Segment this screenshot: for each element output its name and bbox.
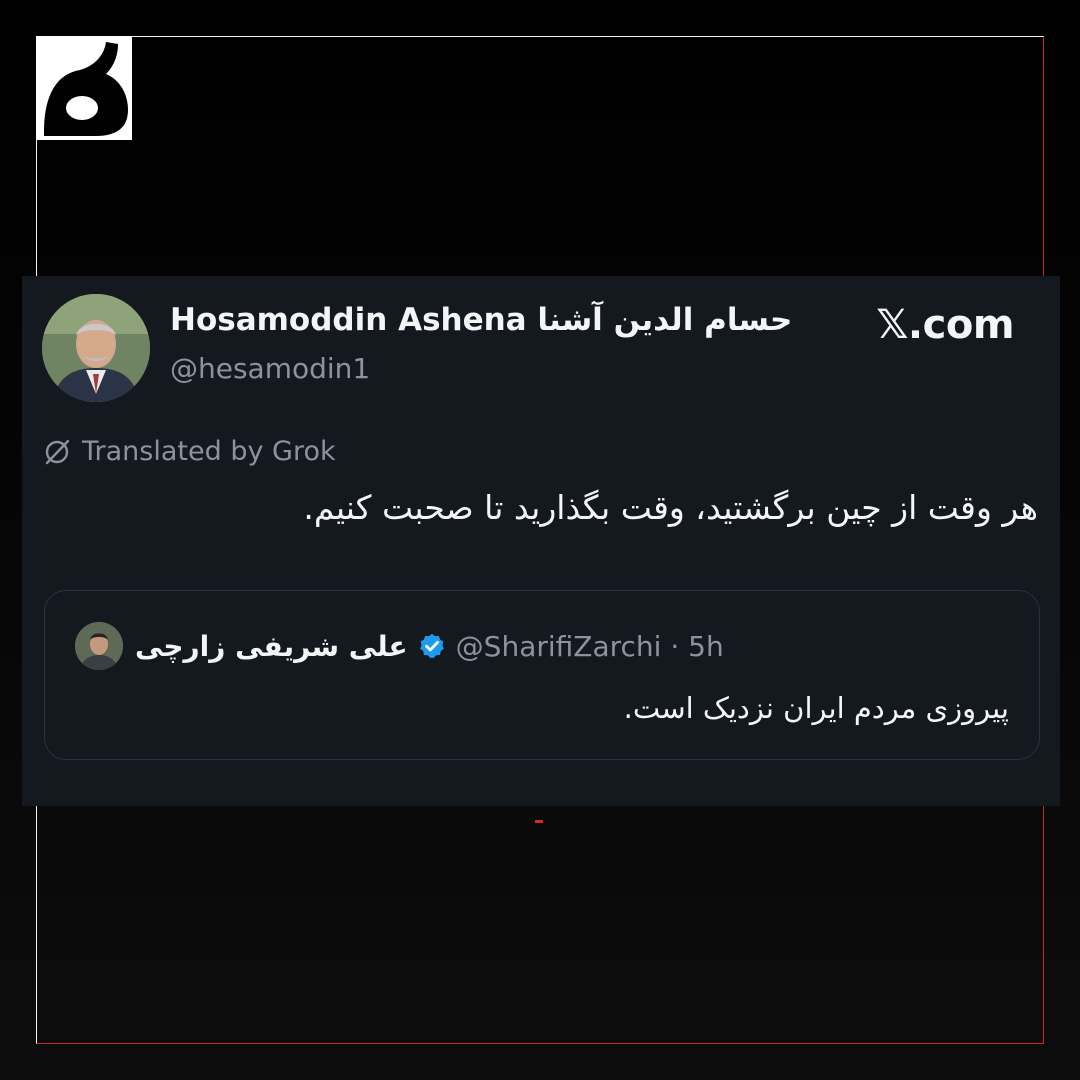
quoted-tweet-text: پیروزی مردم ایران نزدیک است. xyxy=(623,691,1009,725)
author-avatar[interactable] xyxy=(42,294,150,402)
tweet-body-text: هر وقت از چین برگشتید، وقت بگذارید تا صح… xyxy=(303,488,1038,527)
translation-indicator: Translated by Grok xyxy=(44,436,336,467)
author-handle[interactable]: @hesamodin1 xyxy=(170,352,370,385)
quoted-author-name[interactable]: علی شریفی زارچی xyxy=(135,630,408,663)
accent-mark xyxy=(535,820,543,823)
ha-letter-logo-icon xyxy=(44,42,128,136)
grok-icon xyxy=(45,439,70,464)
profile-photo-icon xyxy=(75,622,123,670)
quoted-tweet-header: علی شریفی زارچی @SharifiZarchi · 5h xyxy=(75,621,724,671)
tweet-card[interactable]: Hosamoddin Ashena حسام الدین آشنا @hesam… xyxy=(22,276,1060,806)
post-canvas: Hosamoddin Ashena حسام الدین آشنا @hesam… xyxy=(0,0,1080,1080)
brand-logo xyxy=(36,36,132,140)
profile-photo-icon xyxy=(42,294,150,402)
author-display-name[interactable]: Hosamoddin Ashena حسام الدین آشنا xyxy=(170,302,792,338)
x-com-logo: 𝕏.com xyxy=(876,302,1014,348)
quoted-author-avatar[interactable] xyxy=(75,622,123,670)
quoted-tweet[interactable]: علی شریفی زارچی @SharifiZarchi · 5h پیرو… xyxy=(44,590,1040,760)
verified-badge-icon xyxy=(419,633,444,659)
translated-by-label: Translated by Grok xyxy=(82,436,336,467)
quoted-handle-and-time[interactable]: @SharifiZarchi · 5h xyxy=(456,630,724,663)
